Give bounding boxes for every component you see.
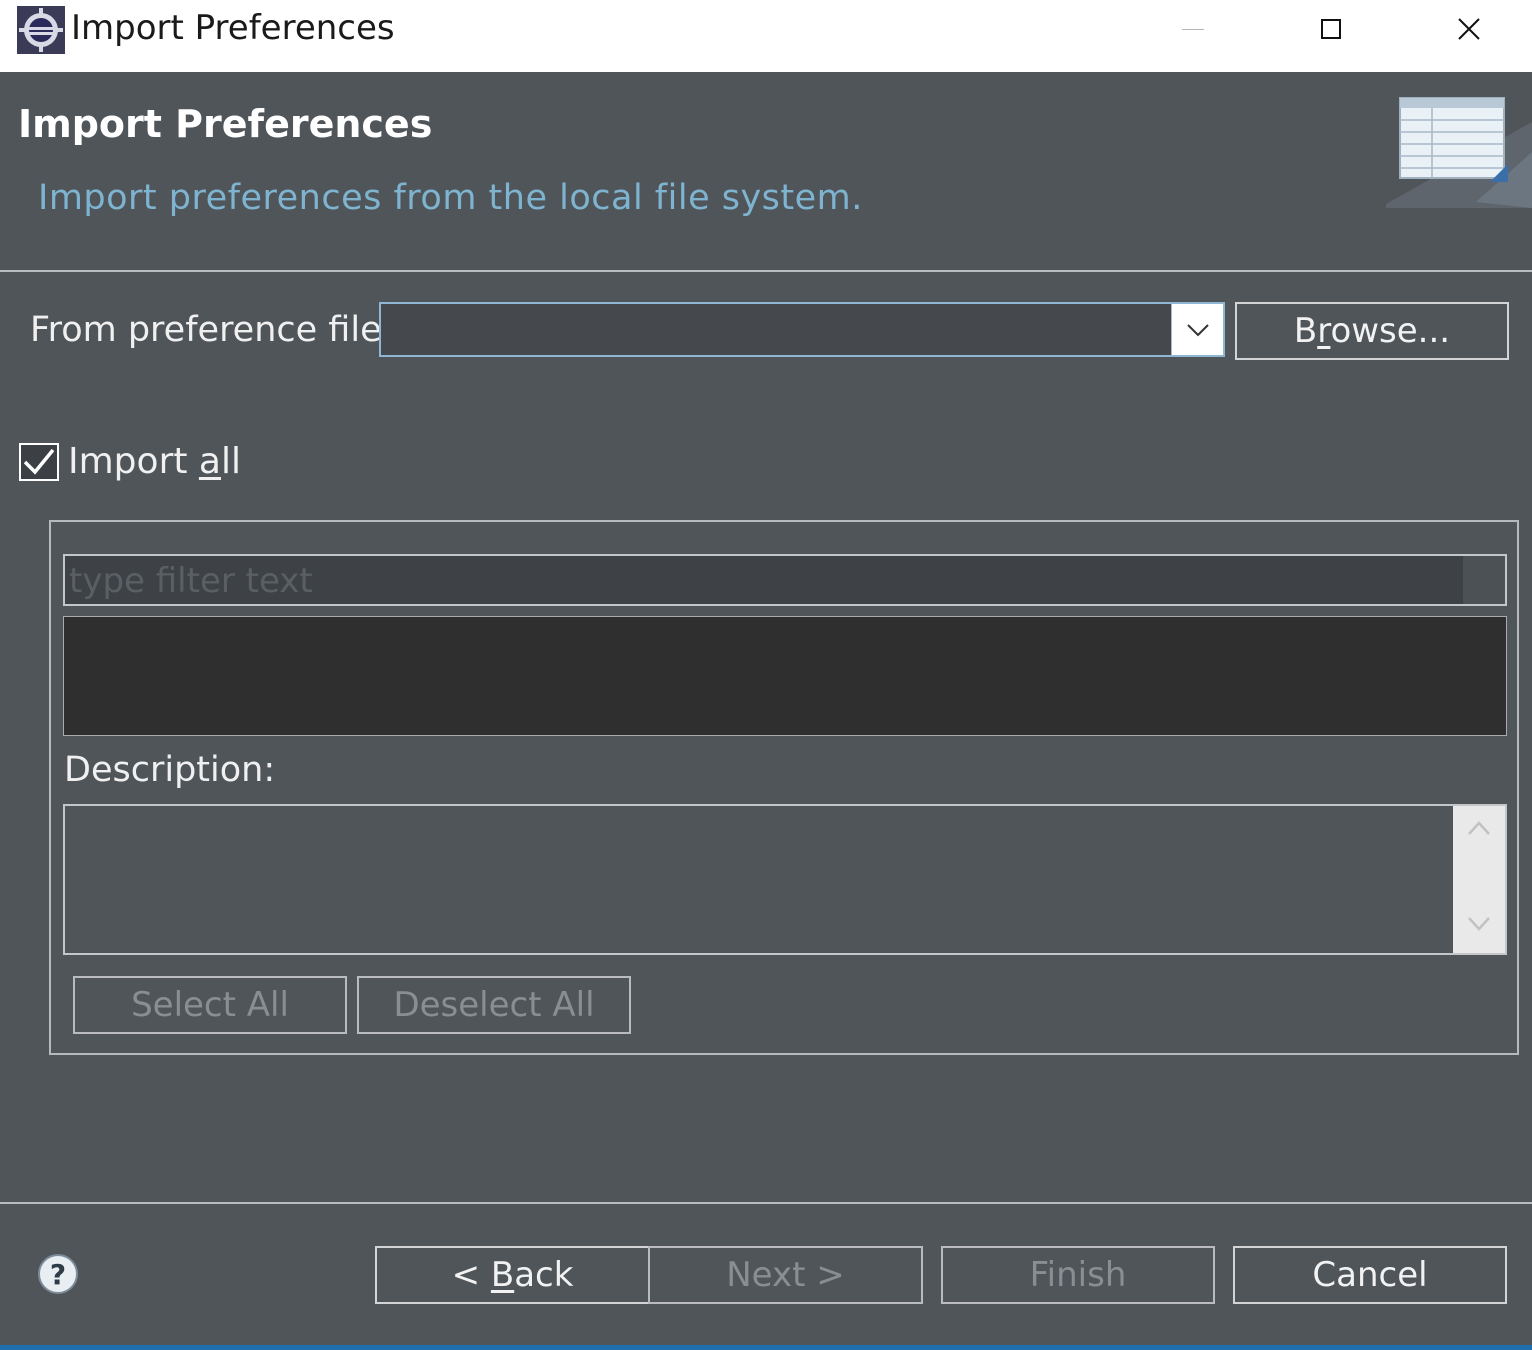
preferences-tree[interactable]: [63, 616, 1507, 736]
deselect-all-button[interactable]: Deselect All: [357, 976, 631, 1034]
preferences-table-icon: [1386, 97, 1532, 208]
from-file-label: From preference file:: [30, 310, 394, 350]
scroll-down-icon[interactable]: [1467, 916, 1491, 932]
maximize-icon: [1321, 19, 1341, 39]
filter-placeholder: type filter text: [69, 561, 313, 601]
filter-input[interactable]: type filter text: [63, 554, 1507, 606]
header-separator: [0, 270, 1532, 272]
description-label: Description:: [64, 750, 276, 790]
next-button[interactable]: Next >: [648, 1246, 923, 1304]
page-description: Import preferences from the local file s…: [38, 178, 863, 218]
browse-label: Browse...: [1293, 311, 1451, 351]
wizard-header: Import Preferences Import preferences fr…: [0, 72, 1532, 270]
eclipse-app-icon: [17, 6, 65, 54]
finish-button[interactable]: Finish: [941, 1246, 1215, 1304]
select-all-button[interactable]: Select All: [73, 976, 347, 1034]
page-title: Import Preferences: [18, 102, 433, 146]
window-titlebar: Import Preferences: [0, 0, 1532, 72]
import-all-label[interactable]: Import all: [68, 441, 241, 482]
scroll-up-icon[interactable]: [1467, 820, 1491, 836]
browse-button[interactable]: Browse...: [1235, 302, 1509, 360]
bottom-accent-bar: [0, 1345, 1532, 1350]
footer-separator: [0, 1202, 1532, 1204]
close-button[interactable]: [1400, 0, 1532, 58]
description-scrollbar[interactable]: [1453, 806, 1505, 953]
import-all-checkbox[interactable]: [19, 443, 59, 481]
help-icon[interactable]: ?: [38, 1254, 78, 1294]
close-icon: [1458, 18, 1480, 40]
back-label: < Back: [451, 1255, 574, 1295]
chevron-down-icon: [1186, 323, 1209, 336]
checkmark-icon: [23, 448, 55, 475]
combo-dropdown-button[interactable]: [1171, 304, 1223, 355]
back-button[interactable]: < Back: [375, 1246, 650, 1304]
minimize-button[interactable]: [1124, 0, 1262, 58]
preference-file-combo[interactable]: [379, 302, 1225, 357]
maximize-button[interactable]: [1262, 0, 1400, 58]
description-text-area[interactable]: [63, 804, 1507, 955]
minimize-icon: [1182, 28, 1204, 30]
filter-clear-area: [1463, 556, 1505, 604]
window-title: Import Preferences: [71, 8, 395, 48]
cancel-button[interactable]: Cancel: [1233, 1246, 1507, 1304]
